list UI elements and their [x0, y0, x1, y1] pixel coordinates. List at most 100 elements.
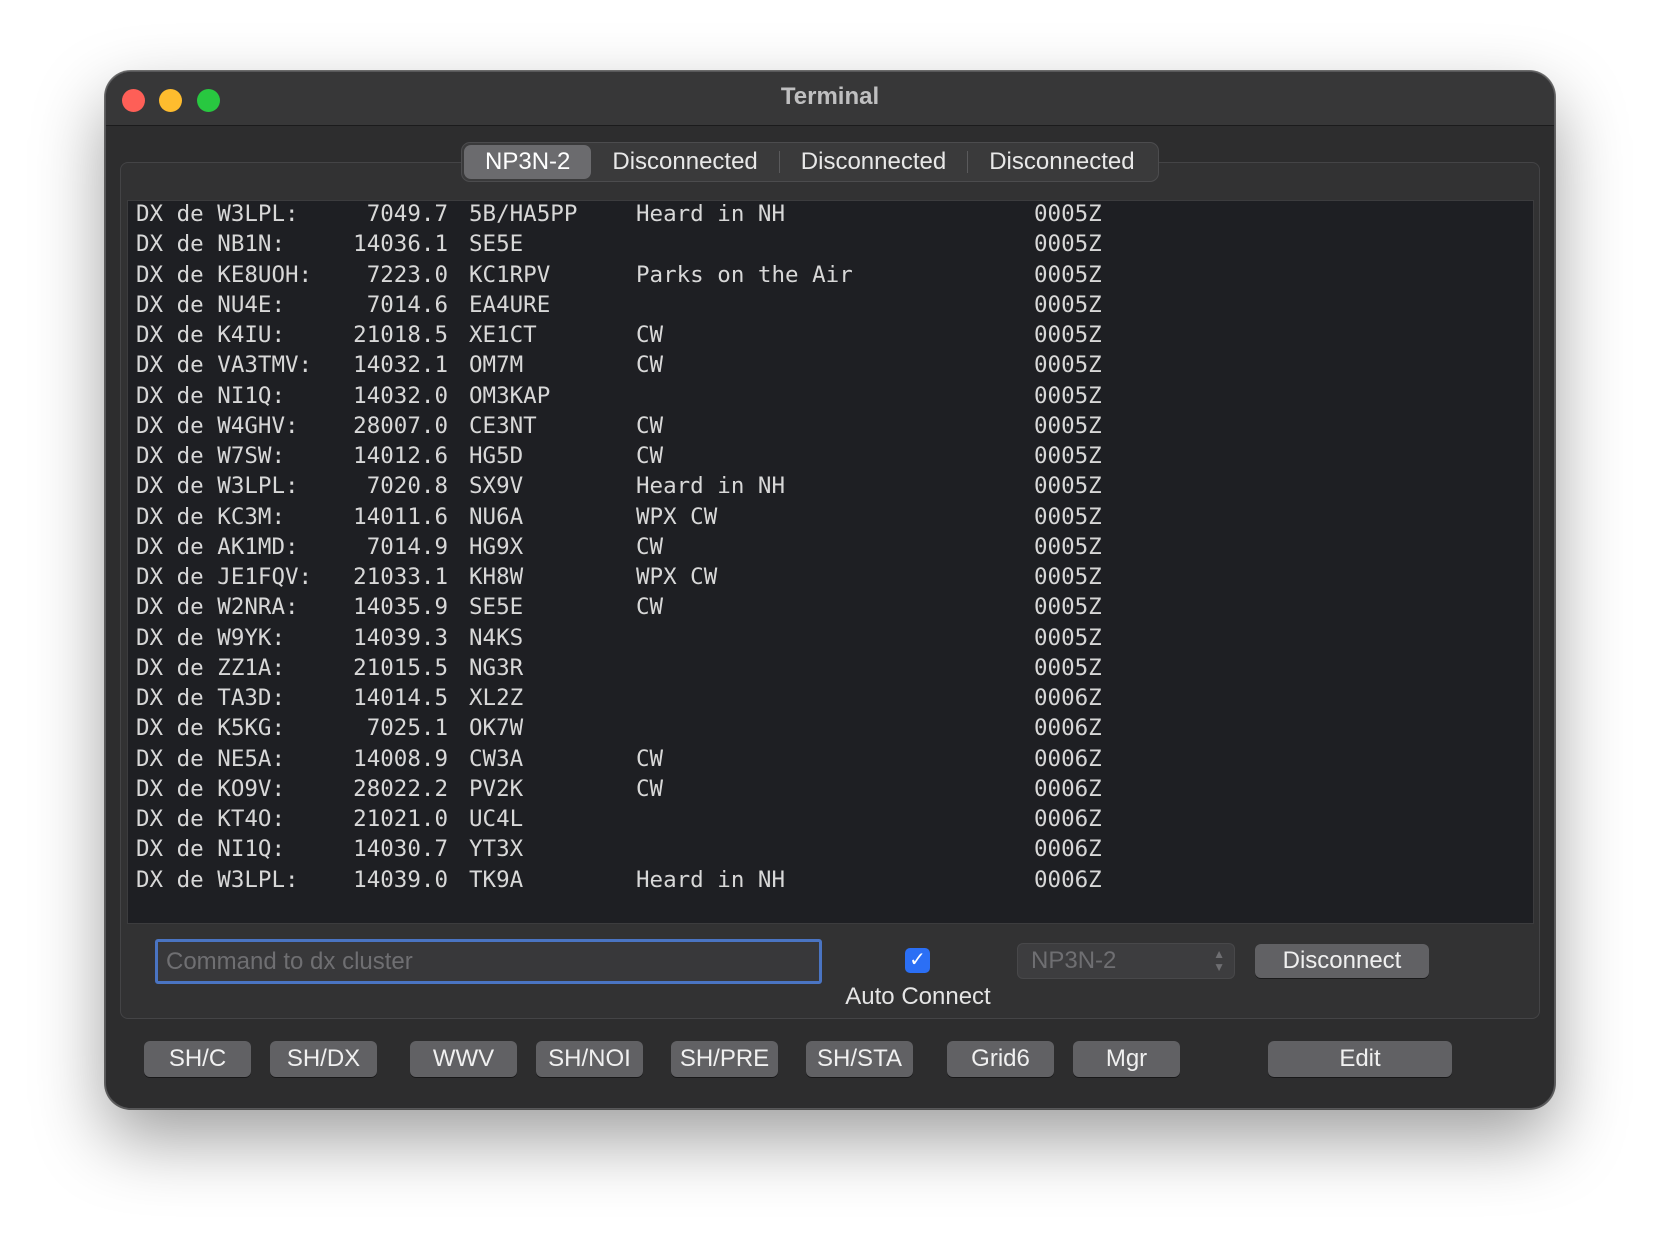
spot-dx: DX de K4IU:	[136, 322, 286, 348]
spot-freq: 14030.7	[353, 836, 448, 863]
spot-call: NG3R	[469, 654, 524, 681]
spot-call: SX9V	[469, 473, 524, 500]
spot-row: DX de NB1N: 14036.1 SE5E 0005Z	[128, 231, 1533, 261]
checkmark-icon: ✓	[909, 949, 926, 971]
spot-row: DX de AK1MD: 7014.9 HG9X CW 0005Z	[128, 534, 1533, 564]
macro-button-grid6[interactable]: Grid6	[947, 1041, 1054, 1077]
spot-freq: 14008.9	[353, 745, 448, 772]
spot-freq: 14012.6	[353, 443, 448, 469]
spot-dx: DX de TA3D:	[136, 685, 286, 711]
spot-row: DX de W3LPL: 14039.0 TK9A Heard in NH 0006Z	[128, 867, 1533, 897]
spot-row: DX de KO9V: 28022.2 PV2K CW 0006Z	[128, 776, 1533, 806]
tab-disconnected-2[interactable]: Disconnected	[780, 145, 967, 179]
spot-time: 0005Z	[1034, 654, 1102, 681]
spot-freq: 28007.0	[353, 412, 448, 439]
spot-time: 0005Z	[1034, 382, 1102, 409]
macro-button-sh-c[interactable]: SH/C	[144, 1041, 251, 1077]
spot-freq: 14039.3	[353, 624, 448, 651]
spot-dx: DX de W3LPL:	[136, 201, 299, 227]
macro-button-sh-pre[interactable]: SH/PRE	[671, 1041, 778, 1077]
spot-row: DX de JE1FQV: 21033.1 KH8W WPX CW 0005Z	[128, 564, 1533, 594]
spot-time: 0005Z	[1034, 352, 1102, 379]
auto-connect-label: Auto Connect	[845, 983, 991, 1010]
spot-dx: DX de W3LPL:	[136, 866, 299, 893]
macro-button-wwv[interactable]: WWV	[410, 1041, 517, 1077]
spot-time: 0006Z	[1034, 685, 1102, 711]
spot-comment: CW	[636, 594, 664, 621]
spot-time: 0005Z	[1034, 564, 1102, 590]
title-bar[interactable]: Terminal	[106, 72, 1554, 126]
spot-time: 0005Z	[1034, 624, 1102, 651]
spot-freq: 21021.0	[353, 806, 448, 832]
spot-call: N4KS	[469, 624, 524, 651]
spot-time: 0005Z	[1034, 261, 1102, 288]
spot-call: SE5E	[469, 594, 524, 621]
spot-time: 0005Z	[1034, 412, 1102, 439]
terminal-window: Terminal NP3N-2 Disconnected Disconnecte…	[105, 71, 1555, 1109]
spot-time: 0006Z	[1034, 866, 1102, 893]
spot-call: SE5E	[469, 231, 524, 258]
spot-freq: 7020.8	[366, 473, 448, 500]
spot-freq: 7014.9	[366, 533, 448, 560]
tab-np3n-2[interactable]: NP3N-2	[464, 145, 592, 179]
spot-call: YT3X	[469, 836, 524, 863]
spot-row: DX de NI1Q: 14030.7 YT3X 0006Z	[128, 836, 1533, 866]
spot-row: DX de W2NRA: 14035.9 SE5E CW 0005Z	[128, 594, 1533, 624]
auto-connect-checkbox[interactable]: ✓	[905, 948, 930, 973]
spot-call: XE1CT	[469, 322, 537, 348]
spot-dx: DX de ZZ1A:	[136, 654, 286, 681]
spot-call: UC4L	[469, 806, 524, 832]
spot-call: PV2K	[469, 775, 524, 802]
spot-time: 0006Z	[1034, 745, 1102, 772]
spot-row: DX de W4GHV: 28007.0 CE3NT CW 0005Z	[128, 413, 1533, 443]
spot-call: HG5D	[469, 443, 524, 469]
spot-freq: 21018.5	[353, 322, 448, 348]
spot-dx: DX de KO9V:	[136, 775, 286, 802]
macro-button-sh-dx[interactable]: SH/DX	[270, 1041, 377, 1077]
spot-dx: DX de NI1Q:	[136, 382, 286, 409]
spot-row: DX de K5KG: 7025.1 OK7W 0006Z	[128, 715, 1533, 745]
spot-freq: 14032.0	[353, 382, 448, 409]
spot-dx: DX de AK1MD:	[136, 533, 299, 560]
spot-comment: Parks on the Air	[636, 261, 853, 288]
spot-call: CW3A	[469, 745, 524, 772]
command-input[interactable]	[155, 939, 822, 984]
cluster-output[interactable]: DX de W3LPL: 7049.7 5B/HA5PP Heard in NH 000…	[127, 200, 1534, 924]
spot-row: DX de W3LPL: 7049.7 5B/HA5PP Heard in NH 000…	[128, 201, 1533, 231]
spot-row: DX de NU4E: 7014.6 EA4URE 0005Z	[128, 292, 1533, 322]
window-title: Terminal	[780, 83, 880, 110]
spot-freq: 14032.1	[353, 352, 448, 379]
cluster-select[interactable]: NP3N-2 ▲ ▼	[1017, 943, 1235, 979]
spot-freq: 14039.0	[353, 866, 448, 893]
spot-freq: 14036.1	[353, 231, 448, 258]
spot-row: DX de NE5A: 14008.9 CW3A CW 0006Z	[128, 746, 1533, 776]
macro-button-mgr[interactable]: Mgr	[1073, 1041, 1180, 1077]
tab-disconnected-3[interactable]: Disconnected	[968, 145, 1155, 179]
spot-row: DX de KE8UOH: 7223.0 KC1RPV Parks on the Ai…	[128, 262, 1533, 292]
spot-call: OM3KAP	[469, 382, 551, 409]
spot-dx: DX de W2NRA:	[136, 594, 299, 621]
spot-freq: 7025.1	[366, 715, 448, 742]
spot-row: DX de KC3M: 14011.6 NU6A WPX CW 0005Z	[128, 504, 1533, 534]
spot-dx: DX de W9YK:	[136, 624, 286, 651]
disconnect-button[interactable]: Disconnect	[1255, 944, 1429, 978]
spot-comment: WPX CW	[636, 564, 718, 590]
spot-comment: CW	[636, 775, 664, 802]
spot-dx: DX de W7SW:	[136, 443, 286, 469]
tab-disconnected-1[interactable]: Disconnected	[591, 145, 778, 179]
spot-comment: Heard in NH	[636, 866, 786, 893]
spot-row: DX de W9YK: 14039.3 N4KS 0005Z	[128, 625, 1533, 655]
spot-time: 0005Z	[1034, 322, 1102, 348]
spot-call: OK7W	[469, 715, 524, 742]
macro-button-sh-noi[interactable]: SH/NOI	[536, 1041, 643, 1077]
edit-button[interactable]: Edit	[1268, 1041, 1452, 1077]
spot-dx: DX de NU4E:	[136, 291, 286, 318]
spot-call: 5B/HA5PP	[469, 201, 578, 227]
spot-time: 0005Z	[1034, 473, 1102, 500]
spot-time: 0005Z	[1034, 201, 1102, 227]
spot-comment: CW	[636, 412, 664, 439]
spot-row: DX de KT4O: 21021.0 UC4L 0006Z	[128, 806, 1533, 836]
macro-button-sh-sta[interactable]: SH/STA	[806, 1041, 913, 1077]
spot-freq: 7014.6	[366, 291, 448, 318]
spot-dx: DX de KE8UOH:	[136, 261, 313, 288]
